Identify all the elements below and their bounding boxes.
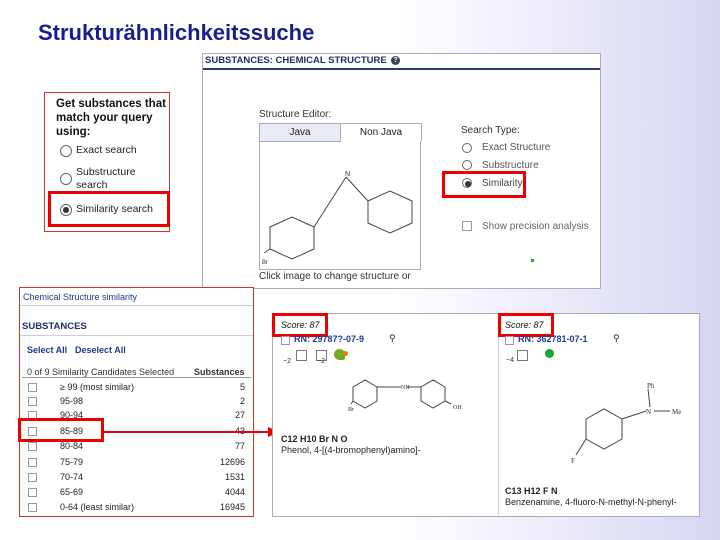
- table-row[interactable]: 70-74 1531: [20, 471, 253, 485]
- divider: [20, 305, 253, 306]
- result-formula: C13 H12 F N: [505, 486, 558, 496]
- atom-label: OH: [453, 405, 462, 411]
- row-checkbox[interactable]: [28, 473, 37, 482]
- reference-count: ~2: [283, 358, 291, 365]
- row-count: 16945: [219, 502, 245, 512]
- similarity-label: Similarity: [482, 178, 523, 189]
- similarity-search-radio[interactable]: [60, 204, 72, 216]
- row-range: 0-64 (least similar): [60, 502, 135, 512]
- row-85-89-highlight: [18, 418, 104, 442]
- result-name: Benzenamine, 4-fluoro-N-methyl-N-phenyl-: [505, 497, 677, 507]
- atom-br-label: Br: [262, 260, 268, 266]
- breadcrumb: Chemical Structure similarity: [23, 292, 138, 302]
- result-checkbox[interactable]: [281, 336, 290, 345]
- row-range: 65-69: [60, 487, 84, 497]
- document-icon[interactable]: [517, 350, 528, 361]
- table-row[interactable]: 65-69 4044: [20, 486, 253, 500]
- similarity-list-panel: Chemical Structure similarity SUBSTANCES…: [19, 287, 254, 517]
- table-row[interactable]: 95-98 2: [20, 395, 253, 409]
- structure-editor-label: Structure Editor:: [259, 109, 332, 120]
- result-rn-link[interactable]: RN: 29787?-07-9: [294, 334, 364, 344]
- result-checkbox[interactable]: [505, 336, 514, 345]
- atom-label: Br: [348, 407, 354, 413]
- green-dot: [531, 259, 534, 262]
- table-row[interactable]: 80-84 77: [20, 440, 253, 454]
- exact-search-radio[interactable]: [60, 145, 72, 157]
- row-range: ≥ 99 (most similar): [60, 382, 134, 392]
- substructure-search-radio[interactable]: [60, 173, 72, 185]
- row-range: 80-84: [60, 441, 84, 451]
- section-heading: SUBSTANCES: [22, 321, 87, 332]
- reference-count: ~4: [506, 357, 514, 364]
- document-icon[interactable]: [296, 350, 307, 361]
- reference-count: ~2: [317, 358, 325, 365]
- result-formula: C12 H10 Br N O: [281, 434, 348, 444]
- exact-structure-radio[interactable]: [462, 143, 472, 153]
- row-checkbox[interactable]: [28, 397, 37, 406]
- table-row[interactable]: ≥ 99 (most similar) 5: [20, 381, 253, 395]
- structure-drawing[interactable]: N Br: [260, 141, 420, 269]
- result-score: Score: 87: [505, 320, 544, 330]
- results-divider: [498, 313, 499, 515]
- row-count: 2: [239, 396, 245, 406]
- row-checkbox[interactable]: [28, 503, 37, 512]
- flask-icon[interactable]: [545, 349, 554, 358]
- show-precision-label: Show precision analysis: [482, 221, 589, 232]
- row-range: 95-98: [60, 396, 84, 406]
- arrow-connector: [103, 427, 280, 437]
- atom-label: N: [646, 408, 651, 416]
- atom-n-label: N: [345, 171, 350, 178]
- exact-structure-label: Exact Structure: [482, 142, 551, 153]
- reaction-icon: [343, 351, 348, 356]
- exact-search-label: Exact search: [76, 144, 137, 156]
- row-range: 75-79: [60, 457, 84, 467]
- atom-label: Ph: [647, 382, 655, 390]
- result-structure: Ph N Me F: [571, 382, 681, 465]
- substructure-search-label: Substructure search: [76, 166, 136, 191]
- result-score: Score: 87: [281, 320, 320, 330]
- row-checkbox[interactable]: [28, 442, 37, 451]
- selection-summary: 0 of 9 Similarity Candidates Selected: [27, 367, 175, 377]
- show-precision-checkbox[interactable]: [462, 221, 472, 231]
- click-image-hint: Click image to change structure or: [259, 271, 411, 282]
- similarity-radio[interactable]: [462, 178, 472, 188]
- column-header-substances: Substances: [194, 367, 245, 377]
- panel-header-label: SUBSTANCES: CHEMICAL STRUCTURE: [205, 55, 387, 66]
- result-name: Phenol, 4-[(4-bromophenyl)amino]-: [281, 445, 421, 455]
- result-structure: NH Br OH: [348, 379, 462, 413]
- divider: [20, 335, 253, 336]
- row-count: 5: [239, 382, 245, 392]
- tab-non-java[interactable]: Non Java: [340, 123, 422, 141]
- search-options-heading: Get substances that match your query usi…: [56, 98, 166, 138]
- result-rn-link[interactable]: RN: 362781-07-1: [518, 334, 588, 344]
- search-icon[interactable]: ⚲: [613, 333, 620, 344]
- slide-title: Strukturähnlichkeitssuche: [38, 20, 315, 45]
- row-count: 1531: [224, 472, 245, 482]
- divider: [22, 377, 251, 378]
- table-row[interactable]: 75-79 12696: [20, 456, 253, 470]
- row-count: 77: [234, 441, 245, 451]
- substructure-radio[interactable]: [462, 160, 472, 170]
- similarity-search-label: Similarity search: [76, 203, 154, 215]
- atom-label: F: [571, 457, 575, 465]
- deselect-all-link[interactable]: Deselect All: [75, 345, 126, 355]
- row-checkbox[interactable]: [28, 488, 37, 497]
- tab-java[interactable]: Java: [259, 123, 341, 142]
- row-checkbox[interactable]: [28, 458, 37, 467]
- row-count: 4044: [224, 487, 245, 497]
- row-count: 27: [234, 410, 245, 420]
- row-count: 12696: [219, 457, 245, 467]
- row-checkbox[interactable]: [28, 383, 37, 392]
- chemical-structure-panel: SUBSTANCES: CHEMICAL STRUCTURE ? Structu…: [202, 53, 601, 289]
- row-range: 70-74: [60, 472, 84, 482]
- help-icon[interactable]: ?: [391, 56, 400, 65]
- search-icon[interactable]: ⚲: [389, 333, 396, 344]
- atom-label: NH: [401, 385, 410, 391]
- atom-label: Me: [672, 408, 681, 416]
- search-type-label: Search Type:: [461, 125, 520, 136]
- select-all-link[interactable]: Select All: [27, 345, 67, 355]
- structure-canvas[interactable]: N Br: [259, 141, 421, 270]
- table-row[interactable]: 0-64 (least similar) 16945: [20, 501, 253, 515]
- substructure-label: Substructure: [482, 160, 539, 171]
